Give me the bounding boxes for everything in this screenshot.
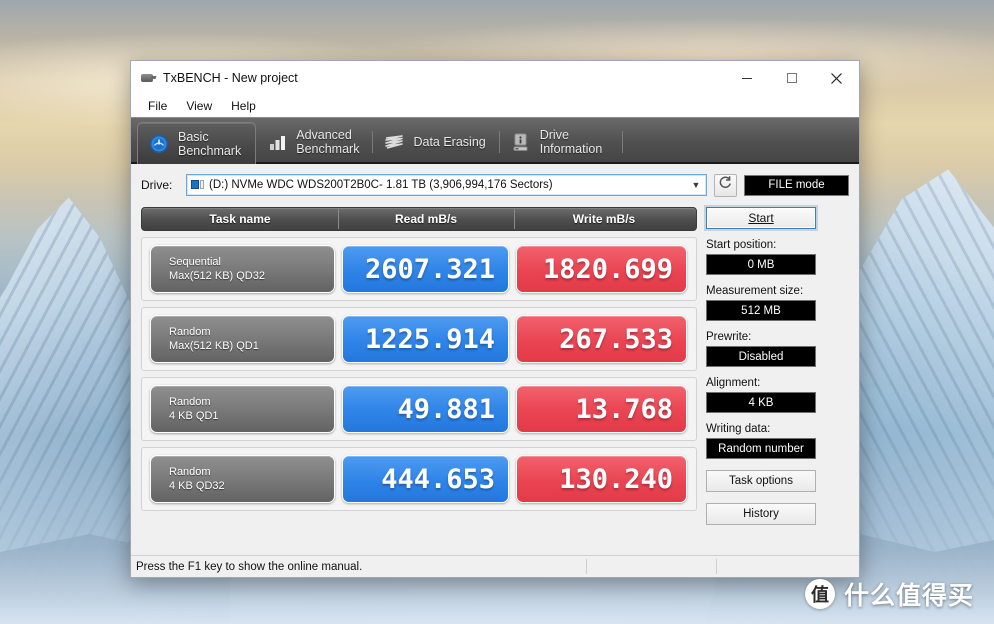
task-label-line2: Max(512 KB) QD1	[169, 340, 259, 352]
watermark-text: 什么值得买	[843, 581, 974, 610]
refresh-icon	[718, 175, 733, 195]
task-label-line1: Random	[169, 396, 211, 408]
tab-advanced-benchmark[interactable]: Advanced Benchmark	[255, 122, 373, 162]
close-button[interactable]	[814, 61, 859, 95]
minimize-button[interactable]	[724, 61, 769, 95]
menu-item-view[interactable]: View	[178, 97, 220, 115]
read-value: 1225.914	[342, 315, 509, 363]
start-position-label: Start position:	[706, 239, 777, 251]
task-label-line1: Random	[169, 326, 211, 338]
column-header-task-name: Task name	[209, 212, 271, 226]
results-table-header: Task name Read mB/s Write mB/s	[141, 207, 697, 231]
tab-basic-benchmark[interactable]: Basic Benchmark	[137, 122, 257, 164]
tab-basic-benchmark-label: Basic Benchmark	[178, 129, 242, 158]
tab-data-erasing-label: Data Erasing	[413, 135, 486, 149]
column-header-read: Read mB/s	[338, 209, 514, 229]
table-row: Random 4 KB QD1 49.881 13.768	[141, 377, 697, 441]
status-bar-separator	[586, 559, 587, 574]
tab-strip: Basic Benchmark Advanced Benchmark Data …	[131, 117, 859, 164]
watermark: 值 什么值得买	[804, 576, 974, 612]
alignment-value[interactable]: 4 KB	[706, 392, 816, 413]
table-row: Random Max(512 KB) QD1 1225.914 267.533	[141, 307, 697, 371]
desktop-background: TxBENCH - New project File View Help Bas…	[0, 0, 994, 624]
task-label-line2: 4 KB QD1	[169, 410, 219, 422]
tab-advanced-benchmark-label: Advanced Benchmark	[296, 128, 360, 156]
task-options-button[interactable]: Task options	[706, 470, 816, 492]
write-value: 13.768	[516, 385, 687, 433]
task-label-line1: Random	[169, 466, 211, 478]
file-mode-button[interactable]: FILE mode	[744, 174, 849, 196]
start-position-value[interactable]: 0 MB	[706, 254, 816, 275]
status-bar-separator	[716, 559, 717, 574]
task-button-random-max-qd1[interactable]: Random Max(512 KB) QD1	[150, 315, 335, 363]
measurement-size-value[interactable]: 512 MB	[706, 300, 816, 321]
table-row: Sequential Max(512 KB) QD32 2607.321 182…	[141, 237, 697, 301]
tab-separator	[622, 131, 624, 153]
start-button-label: Start	[748, 211, 774, 225]
window-controls	[724, 61, 859, 95]
results-panel: Task name Read mB/s Write mB/s Sequentia…	[141, 207, 697, 525]
read-value: 49.881	[342, 385, 509, 433]
write-value: 267.533	[516, 315, 687, 363]
txbench-window: TxBENCH - New project File View Help Bas…	[130, 60, 860, 578]
prewrite-label: Prewrite:	[706, 331, 752, 343]
window-title: TxBENCH - New project	[163, 71, 298, 85]
read-value: 2607.321	[342, 245, 509, 293]
tab-drive-information-label: Drive Information	[539, 128, 603, 156]
title-bar: TxBENCH - New project	[131, 61, 859, 95]
task-label-line2: Max(512 KB) QD32	[169, 270, 265, 282]
drive-select[interactable]: (D:) NVMe WDC WDS200T2B0C- 1.81 TB (3,90…	[186, 174, 707, 196]
status-bar-text: Press the F1 key to show the online manu…	[136, 560, 363, 573]
drive-icon	[191, 179, 204, 191]
app-icon	[140, 70, 157, 86]
task-button-random-4kb-qd1[interactable]: Random 4 KB QD1	[150, 385, 335, 433]
drive-info-icon	[510, 131, 532, 153]
content-area: Drive: (D:) NVMe WDC WDS200T2B0C- 1.81 T…	[131, 164, 859, 555]
task-label-line1: Sequential	[169, 256, 221, 268]
status-bar: Press the F1 key to show the online manu…	[131, 555, 859, 577]
menu-item-help[interactable]: Help	[223, 97, 264, 115]
settings-panel: Start Start position: 0 MB Measurement s…	[706, 207, 816, 525]
eraser-wave-icon	[383, 131, 405, 153]
menu-item-file[interactable]: File	[140, 97, 175, 115]
bar-chart-icon	[266, 131, 288, 153]
task-button-random-4kb-qd32[interactable]: Random 4 KB QD32	[150, 455, 335, 503]
writing-data-label: Writing data:	[706, 423, 771, 435]
task-label-line2: 4 KB QD32	[169, 480, 225, 492]
history-button[interactable]: History	[706, 503, 816, 525]
main-split: Task name Read mB/s Write mB/s Sequentia…	[141, 207, 849, 525]
drive-label: Drive:	[141, 178, 173, 192]
power-gauge-icon	[148, 133, 170, 155]
write-value: 1820.699	[516, 245, 687, 293]
writing-data-value[interactable]: Random number	[706, 438, 816, 459]
drive-select-value: (D:) NVMe WDC WDS200T2B0C- 1.81 TB (3,90…	[209, 179, 553, 191]
drive-selection-row: Drive: (D:) NVMe WDC WDS200T2B0C- 1.81 T…	[141, 173, 849, 197]
chevron-down-icon: ▼	[691, 180, 701, 190]
alignment-label: Alignment:	[706, 377, 761, 389]
tab-data-erasing[interactable]: Data Erasing	[372, 122, 499, 162]
task-button-sequential-qd32[interactable]: Sequential Max(512 KB) QD32	[150, 245, 335, 293]
prewrite-value[interactable]: Disabled	[706, 346, 816, 367]
column-header-write: Write mB/s	[514, 209, 694, 229]
menu-bar: File View Help	[131, 95, 859, 117]
table-row: Random 4 KB QD32 444.653 130.240	[141, 447, 697, 511]
start-button[interactable]: Start	[706, 207, 816, 229]
refresh-button[interactable]	[714, 173, 737, 197]
measurement-size-label: Measurement size:	[706, 285, 804, 297]
write-value: 130.240	[516, 455, 687, 503]
watermark-badge: 值	[804, 579, 835, 609]
maximize-button[interactable]	[769, 61, 814, 95]
read-value: 444.653	[342, 455, 509, 503]
tab-drive-information[interactable]: Drive Information	[498, 122, 617, 162]
